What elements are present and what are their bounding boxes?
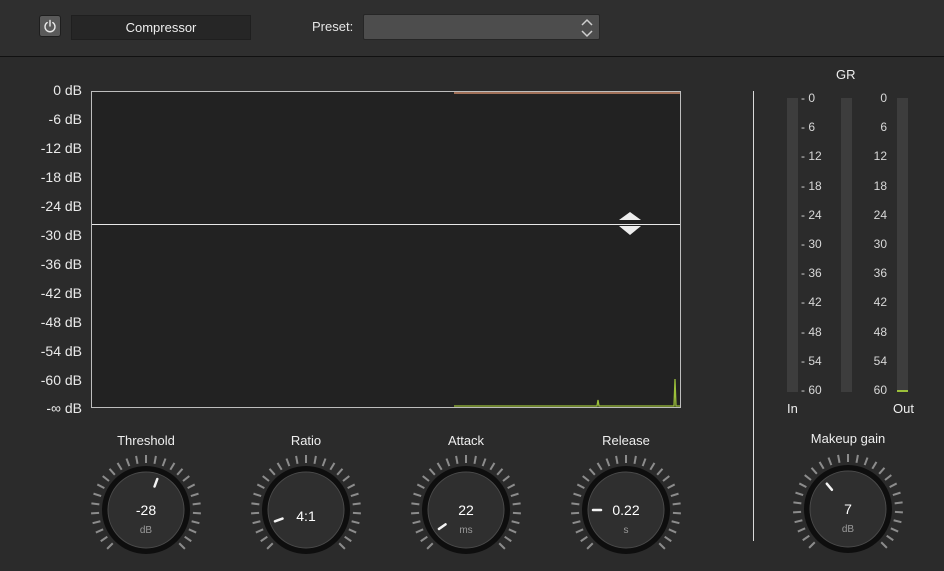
db-label: -6 dB: [0, 111, 82, 127]
threshold-line[interactable]: [92, 224, 680, 225]
ratio-knob[interactable]: 4:1: [250, 454, 362, 566]
meter-tick: 18: [857, 179, 887, 193]
release-value: 0.22: [570, 502, 682, 518]
preset-select[interactable]: [363, 14, 600, 40]
makeup-gain-value: 7: [792, 501, 904, 517]
meter-tick: - 6: [801, 120, 815, 134]
db-label: 0 dB: [0, 82, 82, 98]
updown-chevron-icon: [580, 17, 594, 39]
meter-tick: - 36: [801, 266, 822, 280]
makeup-gain-knob[interactable]: 7 dB: [792, 453, 904, 565]
meter-tick: - 48: [801, 325, 822, 339]
db-label: -18 dB: [0, 169, 82, 185]
threshold-value: -28: [90, 502, 202, 518]
makeup-gain-unit: dB: [792, 524, 904, 535]
db-label: -∞ dB: [0, 400, 82, 416]
release-title: Release: [566, 433, 686, 448]
db-label: -48 dB: [0, 314, 82, 330]
meter-tick: - 0: [801, 91, 815, 105]
meter-tick: 24: [857, 208, 887, 222]
meter-tick: - 12: [801, 149, 822, 163]
threshold-knob[interactable]: -28 dB: [90, 454, 202, 566]
release-knob[interactable]: 0.22 s: [570, 454, 682, 566]
attack-knob[interactable]: 22 ms: [410, 454, 522, 566]
panel-divider: [753, 91, 754, 541]
ratio-value: 4:1: [250, 508, 362, 524]
meter-tick: - 54: [801, 354, 822, 368]
plugin-name-field: Compressor: [71, 15, 251, 40]
threshold-drag-handle-icon[interactable]: [617, 210, 643, 238]
makeup-gain-title: Makeup gain: [788, 431, 908, 446]
output-meter-level: [897, 390, 908, 392]
meter-tick: - 60: [801, 383, 822, 397]
meter-tick: 30: [857, 237, 887, 251]
db-label: -24 dB: [0, 198, 82, 214]
db-label: -42 dB: [0, 285, 82, 301]
threshold-unit: dB: [90, 525, 202, 536]
power-icon: [43, 19, 57, 33]
input-meter: [787, 98, 798, 392]
meter-in-label: In: [787, 401, 798, 416]
db-label: -30 dB: [0, 227, 82, 243]
meter-tick: 48: [857, 325, 887, 339]
meter-tick: - 18: [801, 179, 822, 193]
attack-unit: ms: [410, 525, 522, 536]
meter-tick: 12: [857, 149, 887, 163]
db-label: -54 dB: [0, 343, 82, 359]
release-unit: s: [570, 525, 682, 536]
threshold-title: Threshold: [86, 433, 206, 448]
power-button[interactable]: [39, 15, 61, 37]
db-label: -36 dB: [0, 256, 82, 272]
preset-label: Preset:: [312, 19, 353, 34]
meter-tick: 54: [857, 354, 887, 368]
meter-tick: 36: [857, 266, 887, 280]
db-label: -12 dB: [0, 140, 82, 156]
db-label: -60 dB: [0, 372, 82, 388]
meter-tick: - 24: [801, 208, 822, 222]
output-meter: [897, 98, 908, 392]
meter-tick: - 42: [801, 295, 822, 309]
ratio-title: Ratio: [246, 433, 366, 448]
meter-tick: 0: [857, 91, 887, 105]
meter-tick: 60: [857, 383, 887, 397]
gr-title: GR: [836, 67, 856, 82]
meter-tick: 6: [857, 120, 887, 134]
meter-tick: - 30: [801, 237, 822, 251]
input-level-trace: [454, 379, 680, 406]
attack-title: Attack: [406, 433, 526, 448]
gain-reduction-meter: [841, 98, 852, 392]
meter-out-label: Out: [893, 401, 914, 416]
attack-value: 22: [410, 502, 522, 518]
meter-tick: 42: [857, 295, 887, 309]
gain-reduction-graph: [91, 91, 681, 408]
